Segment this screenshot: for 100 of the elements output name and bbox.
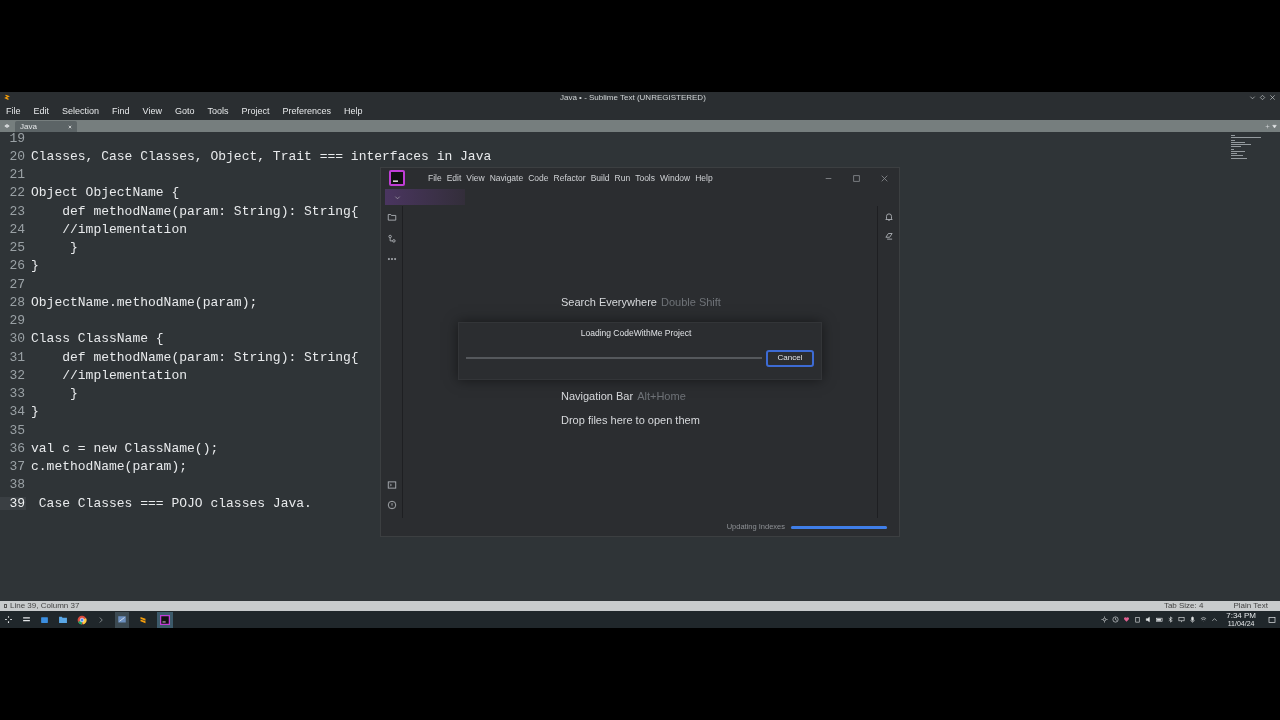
menu-item[interactable]: Window: [660, 173, 691, 183]
line-number: 23: [8, 204, 26, 218]
window-title: Java • - Sublime Text (UNREGISTERED): [560, 93, 706, 102]
dropdown-icon[interactable]: [1272, 123, 1277, 129]
app-logo-icon[interactable]: [389, 170, 405, 186]
ide-icon[interactable]: [160, 614, 170, 625]
code-line: }: [69, 387, 78, 401]
code-line: Class ClassName {: [31, 332, 164, 346]
line-number: 36: [8, 441, 26, 455]
line-number: 28: [8, 295, 26, 309]
line-number: 24: [8, 222, 26, 236]
menu-item[interactable]: Tools: [635, 173, 655, 183]
line-number: 34: [8, 405, 26, 419]
shortcut-label: Alt+Home: [637, 390, 686, 402]
code-line: Case Classes === POJO classes Java.: [37, 496, 312, 510]
code-line: Classes, Case Classes, Object, Trait === interfaces in Java: [31, 149, 492, 163]
line-number: 26: [8, 259, 26, 273]
heart-icon[interactable]: [1123, 616, 1131, 623]
wifi-icon[interactable]: [1200, 616, 1208, 623]
line-number: 37: [8, 460, 26, 474]
close-icon[interactable]: [1269, 94, 1276, 101]
menu-item[interactable]: File: [428, 173, 442, 183]
menu-item[interactable]: Goto: [174, 107, 195, 116]
code-line: def methodName(param: String): String{: [61, 350, 359, 364]
line-number: 31: [8, 350, 26, 364]
app-logo-icon: [4, 94, 10, 101]
status-tab-size[interactable]: Tab Size: 4: [1163, 602, 1204, 610]
line-number: 19: [8, 131, 26, 145]
editor-tab[interactable]: Java: [15, 121, 77, 132]
code-line: //implementation: [61, 368, 188, 382]
action-label: Navigation Bar: [561, 390, 634, 402]
action-label: Search Everywhere: [561, 296, 657, 308]
menu-item[interactable]: Find: [112, 107, 130, 116]
speaker-icon[interactable]: [1145, 616, 1153, 623]
line-number: 30: [8, 332, 26, 346]
code-line: c.methodName(param);: [31, 460, 188, 474]
shortcut-label: Double Shift: [661, 296, 721, 308]
code-line: }: [31, 259, 39, 273]
line-number: 25: [8, 241, 26, 255]
clipboard-icon[interactable]: [1134, 616, 1142, 623]
menu-item[interactable]: File: [6, 107, 21, 116]
bluetooth-icon[interactable]: [1167, 616, 1175, 623]
ai-assistant-icon[interactable]: [883, 231, 894, 241]
code-line: Object ObjectName {: [31, 186, 180, 200]
menu-item[interactable]: Project: [241, 107, 270, 116]
menu-item[interactable]: Preferences: [282, 107, 331, 116]
menu-item[interactable]: View: [142, 107, 162, 116]
menu-item[interactable]: Edit: [33, 107, 50, 116]
line-number: 20: [8, 149, 26, 163]
diamond-icon[interactable]: [1259, 94, 1266, 101]
more-icon[interactable]: [386, 256, 397, 262]
tab-scroll-icon[interactable]: [3, 123, 11, 129]
code-line: def methodName(param: String): String{: [61, 204, 359, 218]
line-number: 22: [8, 186, 26, 200]
menu-item[interactable]: Navigate: [489, 173, 524, 183]
menu-item[interactable]: Tools: [207, 107, 229, 116]
folder-icon[interactable]: [58, 615, 68, 624]
code-line: //implementation: [61, 222, 188, 236]
line-number: 29: [8, 314, 26, 328]
maximize-icon[interactable]: [852, 173, 861, 183]
menu-item[interactable]: Code: [528, 173, 549, 183]
line-number: 33: [8, 387, 26, 401]
close-icon[interactable]: [880, 173, 889, 183]
clock-time[interactable]: 7:34 PM: [1226, 612, 1256, 620]
folder-icon[interactable]: [386, 212, 397, 222]
menu-item[interactable]: Help: [344, 107, 363, 116]
terminal-icon[interactable]: [386, 480, 397, 490]
code-line: }: [69, 241, 78, 255]
menu-item[interactable]: Selection: [62, 107, 100, 116]
code-line: ObjectName.methodName(param);: [31, 295, 258, 309]
status-position: Line 39, Column 37: [10, 602, 80, 610]
cancel-button[interactable]: Cancel: [766, 349, 814, 367]
line-number: 35: [8, 423, 26, 437]
microphone-icon[interactable]: [1189, 616, 1197, 623]
menu-item[interactable]: Build: [590, 173, 610, 183]
chevron-down-icon[interactable]: [1249, 94, 1256, 101]
dialog-title: Loading CodeWithMe Project: [580, 329, 692, 338]
line-number: 21: [8, 168, 26, 182]
code-line: }: [31, 405, 39, 419]
menu-item[interactable]: Run: [614, 173, 631, 183]
code-line: val c = new ClassName();: [31, 441, 219, 455]
menu-item[interactable]: Refactor: [553, 173, 586, 183]
desktop-icon[interactable]: [1268, 615, 1276, 624]
sublime-icon[interactable]: [138, 614, 148, 625]
line-number: 39: [0, 496, 26, 510]
bell-icon[interactable]: [883, 212, 894, 222]
menu-item[interactable]: Edit: [446, 173, 462, 183]
menu-item[interactable]: View: [466, 173, 485, 183]
structure-icon[interactable]: [386, 234, 397, 244]
status-syntax[interactable]: Plain Text: [1233, 602, 1268, 610]
line-number: 27: [8, 277, 26, 291]
menu-item[interactable]: Help: [695, 173, 713, 183]
battery-icon[interactable]: [1156, 616, 1164, 623]
warning-circle-icon[interactable]: [386, 500, 397, 510]
monitor-icon[interactable]: [1178, 616, 1186, 623]
caret-up-icon[interactable]: [1211, 616, 1219, 623]
launcher-icon[interactable]: [4, 615, 13, 624]
drop-hint: Drop files here to open them: [561, 413, 701, 428]
line-number: 32: [8, 368, 26, 382]
browser-icon[interactable]: [77, 614, 87, 625]
